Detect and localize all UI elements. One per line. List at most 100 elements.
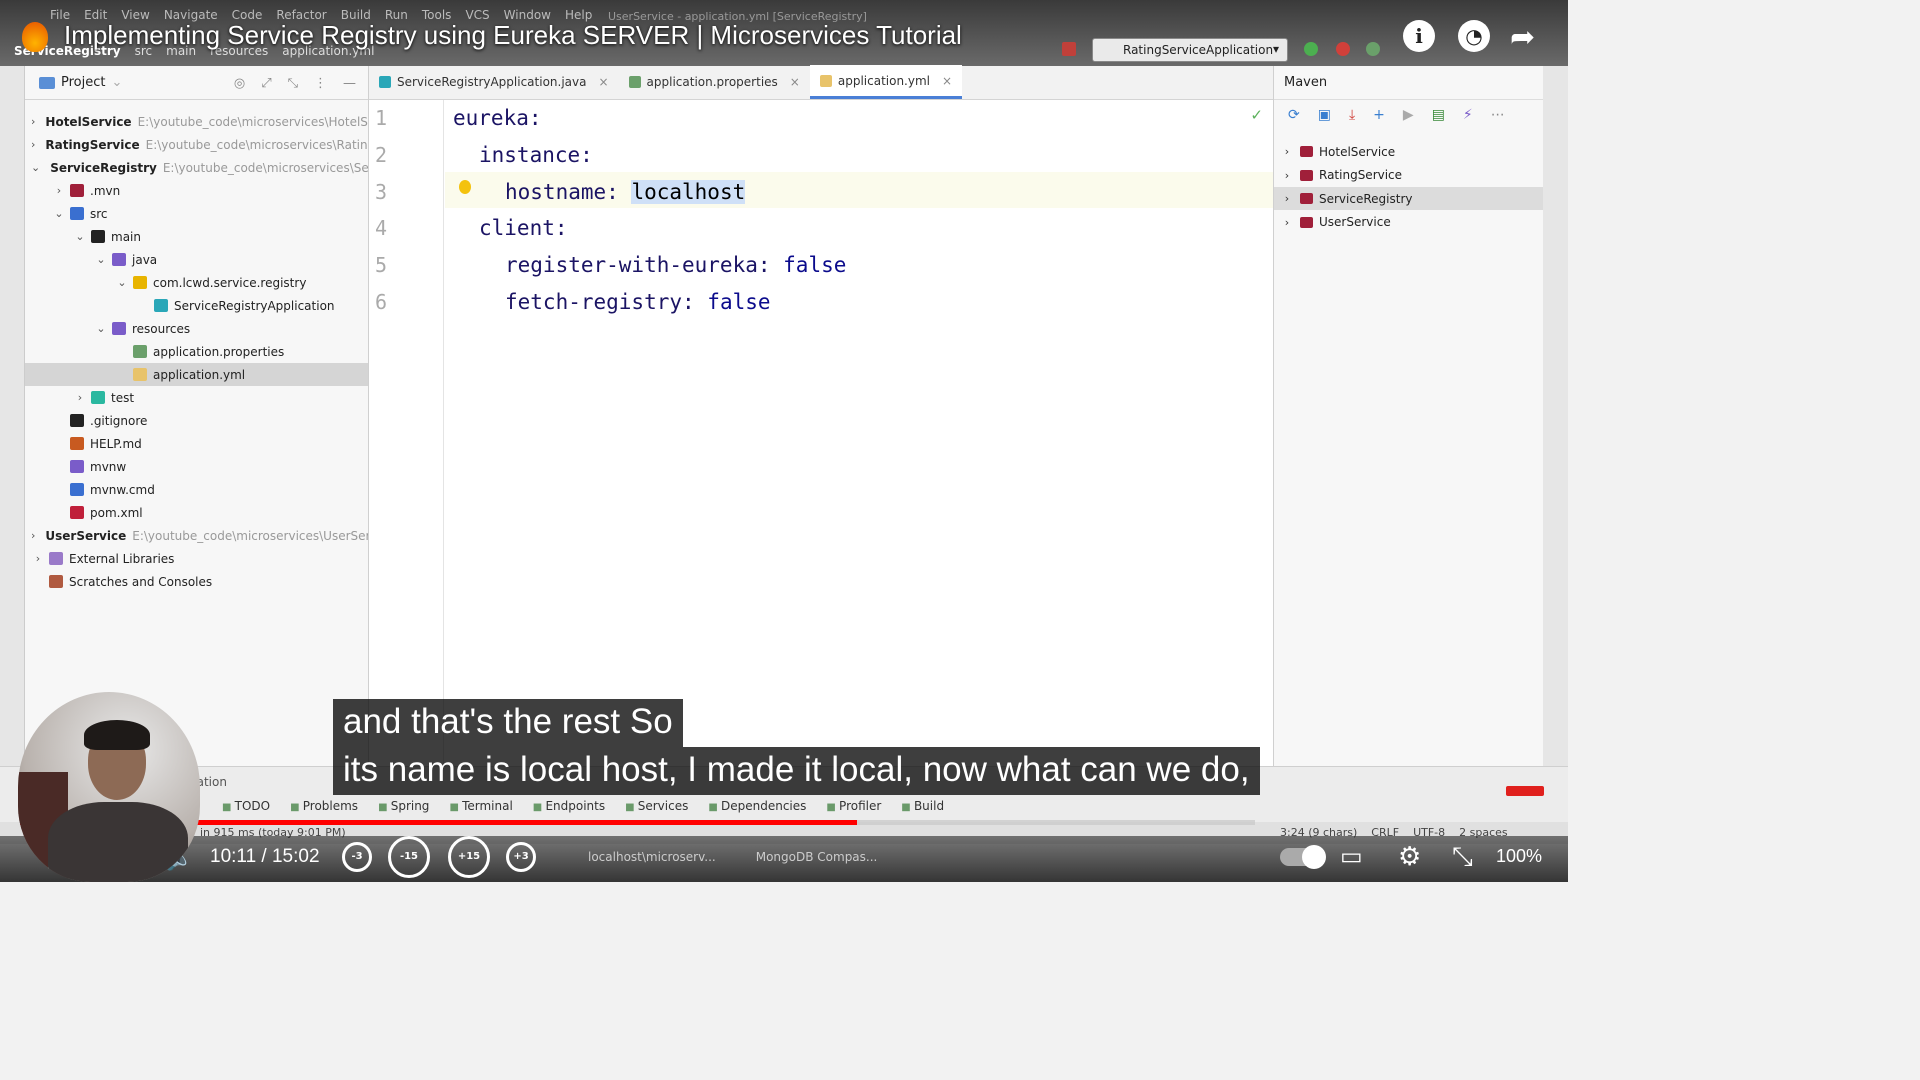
tree-item[interactable]: pom.xml bbox=[25, 501, 368, 524]
code-editor[interactable]: ServiceRegistryApplication.java × applicat… bbox=[369, 65, 1273, 766]
maven-project-item[interactable]: › RatingService bbox=[1274, 164, 1544, 187]
tree-item[interactable]: application.properties bbox=[25, 340, 368, 363]
project-panel-header[interactable]: Project ⌄ ◎ ⤢ ⤡ ⋮ — bbox=[25, 66, 368, 100]
lightbulb-icon[interactable] bbox=[459, 180, 471, 194]
chevron-right-icon[interactable]: › bbox=[31, 552, 45, 565]
chevron-right-icon[interactable]: › bbox=[31, 138, 35, 151]
chevron-right-icon[interactable]: › bbox=[1274, 192, 1300, 205]
chevron-right-icon[interactable]: › bbox=[73, 391, 87, 404]
tool-tab-profiler[interactable]: Profiler bbox=[826, 799, 881, 813]
share-icon[interactable]: ➦ bbox=[1510, 20, 1535, 55]
code-line[interactable]: hostname: localhost bbox=[505, 179, 746, 204]
minimize-icon[interactable]: — bbox=[343, 76, 356, 91]
taskbar-item[interactable]: MongoDB Compas... bbox=[756, 850, 878, 864]
tool-tab-problems[interactable]: Problems bbox=[290, 799, 358, 813]
editor-tab[interactable]: application.properties × bbox=[619, 65, 810, 99]
execute-goal-icon[interactable]: ▤ bbox=[1432, 107, 1445, 123]
code-line[interactable]: eureka: bbox=[453, 106, 542, 130]
tool-tab-endpoints[interactable]: Endpoints bbox=[533, 799, 605, 813]
maven-project-item[interactable]: › HotelService bbox=[1274, 140, 1544, 163]
tree-item[interactable]: › test bbox=[25, 386, 368, 409]
chevron-down-icon[interactable]: ⌄ bbox=[73, 230, 87, 243]
chevron-right-icon[interactable]: › bbox=[1274, 216, 1300, 229]
code-line[interactable]: register-with-eureka: false bbox=[505, 253, 846, 277]
watch-later-icon[interactable]: ◔ bbox=[1458, 20, 1490, 52]
tool-tab-services[interactable]: Services bbox=[625, 799, 689, 813]
captions-icon[interactable]: ▭ bbox=[1340, 842, 1363, 870]
chevron-down-icon[interactable]: ⌄ bbox=[94, 322, 108, 335]
expand-icon[interactable]: ⤢ bbox=[261, 76, 271, 91]
chevron-down-icon[interactable]: ⌄ bbox=[31, 161, 40, 174]
editor-tab[interactable]: application.yml × bbox=[809, 65, 963, 99]
chevron-right-icon[interactable]: › bbox=[1274, 145, 1300, 158]
coverage-icon[interactable] bbox=[1366, 42, 1380, 56]
exit-fullscreen-icon[interactable]: ⤡ bbox=[1452, 842, 1473, 873]
download-icon[interactable]: ⤓ bbox=[1349, 107, 1355, 123]
tree-item[interactable]: mvnw.cmd bbox=[25, 478, 368, 501]
tree-item[interactable]: ⌄ main bbox=[25, 225, 368, 248]
tool-tab-build[interactable]: Build bbox=[901, 799, 944, 813]
code-line[interactable]: instance: bbox=[479, 143, 593, 167]
settings-gear-icon[interactable]: ⚙ bbox=[1398, 842, 1421, 872]
run-config-select[interactable]: RatingServiceApplication ▾ bbox=[1092, 38, 1288, 62]
tree-item[interactable]: ⌄ src bbox=[25, 202, 368, 225]
add-icon[interactable]: + bbox=[1373, 107, 1385, 123]
tree-item[interactable]: .gitignore bbox=[25, 409, 368, 432]
maven-project-item[interactable]: › ServiceRegistry bbox=[1274, 187, 1544, 210]
tree-item[interactable]: › External Libraries bbox=[25, 547, 368, 570]
channel-logo-icon[interactable] bbox=[22, 22, 48, 52]
tree-item[interactable]: ⌄ resources bbox=[25, 317, 368, 340]
toggle-offline-icon[interactable]: ⚡ bbox=[1463, 107, 1473, 123]
seek-back-15-button[interactable]: -15 bbox=[388, 836, 430, 878]
tree-item[interactable]: › .mvn bbox=[25, 179, 368, 202]
autoplay-toggle[interactable] bbox=[1280, 845, 1326, 869]
tree-item[interactable]: ⌄ com.lcwd.service.registry bbox=[25, 271, 368, 294]
close-icon[interactable]: × bbox=[790, 75, 800, 89]
tree-item[interactable]: HELP.md bbox=[25, 432, 368, 455]
debug-icon[interactable] bbox=[1336, 42, 1350, 56]
subscribe-button[interactable] bbox=[1506, 786, 1544, 796]
run-icon[interactable]: ▶ bbox=[1403, 107, 1414, 123]
chevron-down-icon[interactable]: ⌄ bbox=[52, 207, 66, 220]
tool-tab-todo[interactable]: TODO bbox=[222, 799, 270, 813]
code-line[interactable]: client: bbox=[479, 216, 568, 240]
code-line[interactable]: fetch-registry: false bbox=[505, 290, 771, 314]
tree-item[interactable]: ⌄ java bbox=[25, 248, 368, 271]
tool-tab-spring[interactable]: Spring bbox=[378, 799, 430, 813]
more-icon[interactable]: ⋯ bbox=[1491, 107, 1505, 123]
close-icon[interactable]: × bbox=[598, 75, 608, 89]
chevron-right-icon[interactable]: › bbox=[52, 184, 66, 197]
target-icon[interactable]: ◎ bbox=[234, 76, 245, 91]
chevron-down-icon[interactable]: ⌄ bbox=[115, 276, 129, 289]
video-progress-bar[interactable] bbox=[20, 820, 1255, 825]
seek-forward-15-button[interactable]: +15 bbox=[448, 836, 490, 878]
chevron-right-icon[interactable]: › bbox=[1274, 169, 1300, 182]
chevron-right-icon[interactable]: › bbox=[31, 529, 35, 542]
seek-forward-3-button[interactable]: +3 bbox=[506, 842, 536, 872]
more-icon[interactable]: ⋮ bbox=[314, 76, 327, 91]
tree-item[interactable]: mvnw bbox=[25, 455, 368, 478]
close-icon[interactable]: × bbox=[942, 74, 952, 88]
chevron-right-icon[interactable]: › bbox=[31, 115, 35, 128]
video-title[interactable]: Implementing Service Registry using Eure… bbox=[64, 20, 962, 51]
seek-back-3-button[interactable]: -3 bbox=[342, 842, 372, 872]
tool-tab-terminal[interactable]: Terminal bbox=[449, 799, 513, 813]
folder-icon[interactable]: ▣ bbox=[1318, 107, 1331, 123]
tree-item[interactable]: application.yml bbox=[25, 363, 368, 386]
rerun-icon[interactable] bbox=[1304, 42, 1318, 56]
hammer-icon[interactable] bbox=[1062, 42, 1076, 56]
info-icon[interactable]: i bbox=[1403, 20, 1435, 52]
chevron-down-icon[interactable]: ⌄ bbox=[94, 253, 108, 266]
tree-item[interactable]: ⌄ ServiceRegistry E:\youtube_code\microser… bbox=[25, 156, 368, 179]
tree-item[interactable]: › HotelService E:\youtube_code\microservic… bbox=[25, 110, 368, 133]
taskbar-item[interactable]: localhost\microserv... bbox=[588, 850, 716, 864]
editor-tab[interactable]: ServiceRegistryApplication.java × bbox=[369, 65, 619, 99]
tree-item[interactable]: › UserService E:\youtube_code\microservice… bbox=[25, 524, 368, 547]
tree-item[interactable]: Scratches and Consoles bbox=[25, 570, 368, 593]
maven-project-item[interactable]: › UserService bbox=[1274, 211, 1544, 234]
tool-tab-dependencies[interactable]: Dependencies bbox=[708, 799, 806, 813]
tree-item[interactable]: ServiceRegistryApplication bbox=[25, 294, 368, 317]
reload-icon[interactable]: ⟳ bbox=[1288, 107, 1300, 123]
collapse-icon[interactable]: ⤡ bbox=[288, 76, 298, 91]
tree-item[interactable]: › RatingService E:\youtube_code\microservi… bbox=[25, 133, 368, 156]
